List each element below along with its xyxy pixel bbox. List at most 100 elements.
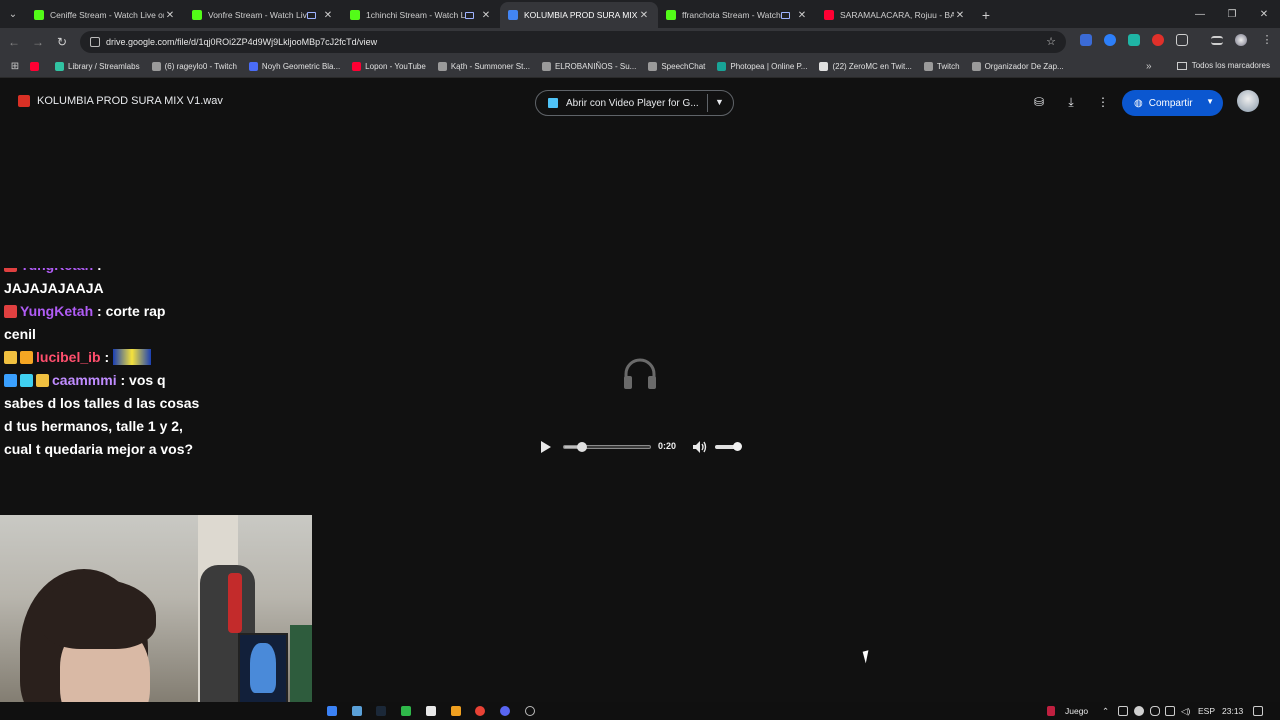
extension-icon[interactable]: [1104, 34, 1116, 46]
bookmark-item[interactable]: Lopon - YouTube: [352, 62, 426, 71]
tab-close-icon[interactable]: ✕: [954, 10, 966, 21]
taskbar-app-icon[interactable]: [352, 706, 362, 716]
volume-slider[interactable]: [715, 442, 743, 451]
bookmark-item[interactable]: Library / Streamlabs: [55, 62, 140, 71]
more-actions-icon[interactable]: ⋮: [1095, 94, 1111, 110]
speaker-icon[interactable]: ◁): [1181, 706, 1190, 717]
headphones-icon: [624, 358, 656, 389]
tab-close-icon[interactable]: ✕: [480, 10, 492, 21]
bookmark-item[interactable]: Organizador De Zap...: [971, 62, 1064, 71]
tab-search-button[interactable]: ⌄: [0, 0, 26, 28]
share-dropdown-icon[interactable]: ▼: [1206, 97, 1214, 106]
volume-handle[interactable]: [733, 442, 743, 451]
extension-icon[interactable]: [1080, 34, 1092, 46]
bookmark-favicon-icon: [541, 62, 551, 71]
extension-icon[interactable]: [1152, 34, 1164, 46]
all-bookmarks-button[interactable]: Todos los marcadores: [1176, 61, 1270, 70]
tray-icon[interactable]: [1118, 706, 1128, 716]
minimize-icon[interactable]: —: [1184, 0, 1216, 28]
bookmark-item[interactable]: (6) rageylo0 - Twitch: [151, 62, 237, 71]
open-with-button[interactable]: Abrir con Video Player for G... ▼: [535, 90, 734, 116]
discord-icon[interactable]: [500, 706, 510, 716]
taskbar-app-icon[interactable]: [426, 706, 436, 716]
extension-icon[interactable]: [1128, 34, 1140, 46]
tab-close-icon[interactable]: ✕: [638, 10, 650, 21]
audio-file-icon: [18, 95, 30, 107]
close-window-icon[interactable]: ✕: [1248, 0, 1280, 28]
browser-tab[interactable]: Vonfre Stream - Watch Live ✕: [184, 2, 342, 28]
seek-handle[interactable]: [576, 442, 587, 452]
bookmark-item[interactable]: Photopea | Online P...: [717, 62, 807, 71]
bookmark-item[interactable]: Noyh Geometric Bla...: [248, 62, 340, 71]
bookmark-label: Photopea | Online P...: [730, 62, 808, 71]
tab-media-icon[interactable]: [307, 11, 316, 19]
bookmark-item[interactable]: ELROBANIÑOS - Su...: [541, 62, 637, 71]
site-info-icon[interactable]: [90, 37, 100, 47]
bookmark-star-icon[interactable]: ☆: [1046, 35, 1056, 48]
bookmark-item[interactable]: Kąth - Summoner St...: [437, 62, 530, 71]
game-bar-icon[interactable]: [1047, 706, 1055, 716]
taskbar-app-icon[interactable]: [525, 706, 535, 716]
extensions-puzzle-icon[interactable]: [1176, 34, 1188, 46]
bookmark-item[interactable]: (22) ZeroMC en Twit...: [819, 62, 912, 71]
chat-separator: :: [116, 372, 130, 388]
network-icon[interactable]: [1165, 706, 1175, 716]
bookmark-label: Organizador De Zap...: [984, 62, 1064, 71]
reload-button[interactable]: ↻: [50, 30, 74, 54]
browser-tab[interactable]: SARAMALACARA, Rojuu - BAPE✕: [816, 2, 974, 28]
account-avatar[interactable]: [1237, 90, 1259, 112]
browser-menu-icon[interactable]: ⋮: [1261, 34, 1273, 46]
bookmark-label: (22) ZeroMC en Twit...: [832, 62, 912, 71]
open-with-dropdown-icon[interactable]: ▼: [715, 97, 724, 107]
chat-badge-icon: [4, 305, 17, 318]
file-title: KOLUMBIA PROD SURA MIX V1.wav: [37, 95, 223, 107]
download-icon[interactable]: ⤓: [1063, 94, 1079, 110]
restore-icon[interactable]: ❐: [1216, 0, 1248, 28]
clock[interactable]: 23:13: [1222, 706, 1243, 716]
chat-username: YungKetah: [20, 268, 93, 273]
bookmark-item[interactable]: [30, 62, 43, 71]
address-bar[interactable]: drive.google.com/file/d/1qj0ROi2ZP4d9Wj9…: [80, 31, 1066, 53]
tab-favicon-icon: [824, 10, 834, 20]
forward-button[interactable]: →: [26, 30, 50, 54]
browser-tab[interactable]: Ceniffe Stream - Watch Live on ✕: [26, 2, 184, 28]
bookmark-favicon-icon: [248, 62, 258, 71]
taskbar-app-icon[interactable]: [451, 706, 461, 716]
notifications-icon[interactable]: [1253, 706, 1263, 716]
play-button[interactable]: [541, 441, 551, 453]
onedrive-icon[interactable]: [1134, 706, 1144, 716]
bookmark-item[interactable]: SpeechChat: [648, 62, 705, 71]
profile-avatar-icon[interactable]: [1235, 34, 1247, 46]
browser-tab[interactable]: KOLUMBIA PROD SURA MIX V1 ✕: [500, 2, 658, 28]
add-to-drive-icon[interactable]: ⛁: [1031, 94, 1047, 110]
volume-icon[interactable]: [693, 441, 707, 453]
tray-overflow-icon[interactable]: ⌃: [1102, 706, 1109, 717]
share-button[interactable]: ◍ Compartir ▼: [1122, 90, 1223, 116]
taskbar-app-icon[interactable]: [401, 706, 411, 716]
bookmark-label: SpeechChat: [661, 62, 706, 71]
tab-close-icon[interactable]: ✕: [796, 10, 808, 21]
new-tab-button[interactable]: +: [974, 2, 998, 28]
chat-message: lucibel_ib :: [0, 346, 200, 369]
tab-groups-icon[interactable]: [1211, 36, 1223, 45]
bookmark-label: ELROBANIÑOS - Su...: [554, 62, 637, 71]
apps-grid-icon[interactable]: ⊞: [0, 61, 30, 72]
seek-bar[interactable]: [563, 442, 651, 452]
browser-tab[interactable]: ffranchota Stream - Watch ✕: [658, 2, 816, 28]
browser-tab[interactable]: 1chinchi Stream - Watch Li ✕: [342, 2, 500, 28]
chrome-icon[interactable]: [475, 706, 485, 716]
tab-media-icon[interactable]: [781, 11, 790, 19]
steam-icon[interactable]: [376, 706, 386, 716]
more-bookmarks-icon[interactable]: »: [1146, 61, 1152, 72]
bookmark-item[interactable]: Twitch: [923, 62, 960, 71]
taskbar-app-icon[interactable]: [327, 706, 337, 716]
back-button[interactable]: ←: [2, 30, 26, 54]
tab-close-icon[interactable]: ✕: [164, 10, 176, 21]
webcam-overlay: [0, 515, 312, 720]
tab-close-icon[interactable]: ✕: [322, 10, 334, 21]
stream-chat-overlay: YungKetah : JAJAJAJAAJAYungKetah : corte…: [0, 268, 206, 512]
microphone-icon[interactable]: [1150, 706, 1160, 716]
bookmark-favicon-icon: [55, 62, 64, 71]
tab-media-icon[interactable]: [465, 11, 474, 19]
language-indicator[interactable]: ESP: [1198, 706, 1215, 716]
